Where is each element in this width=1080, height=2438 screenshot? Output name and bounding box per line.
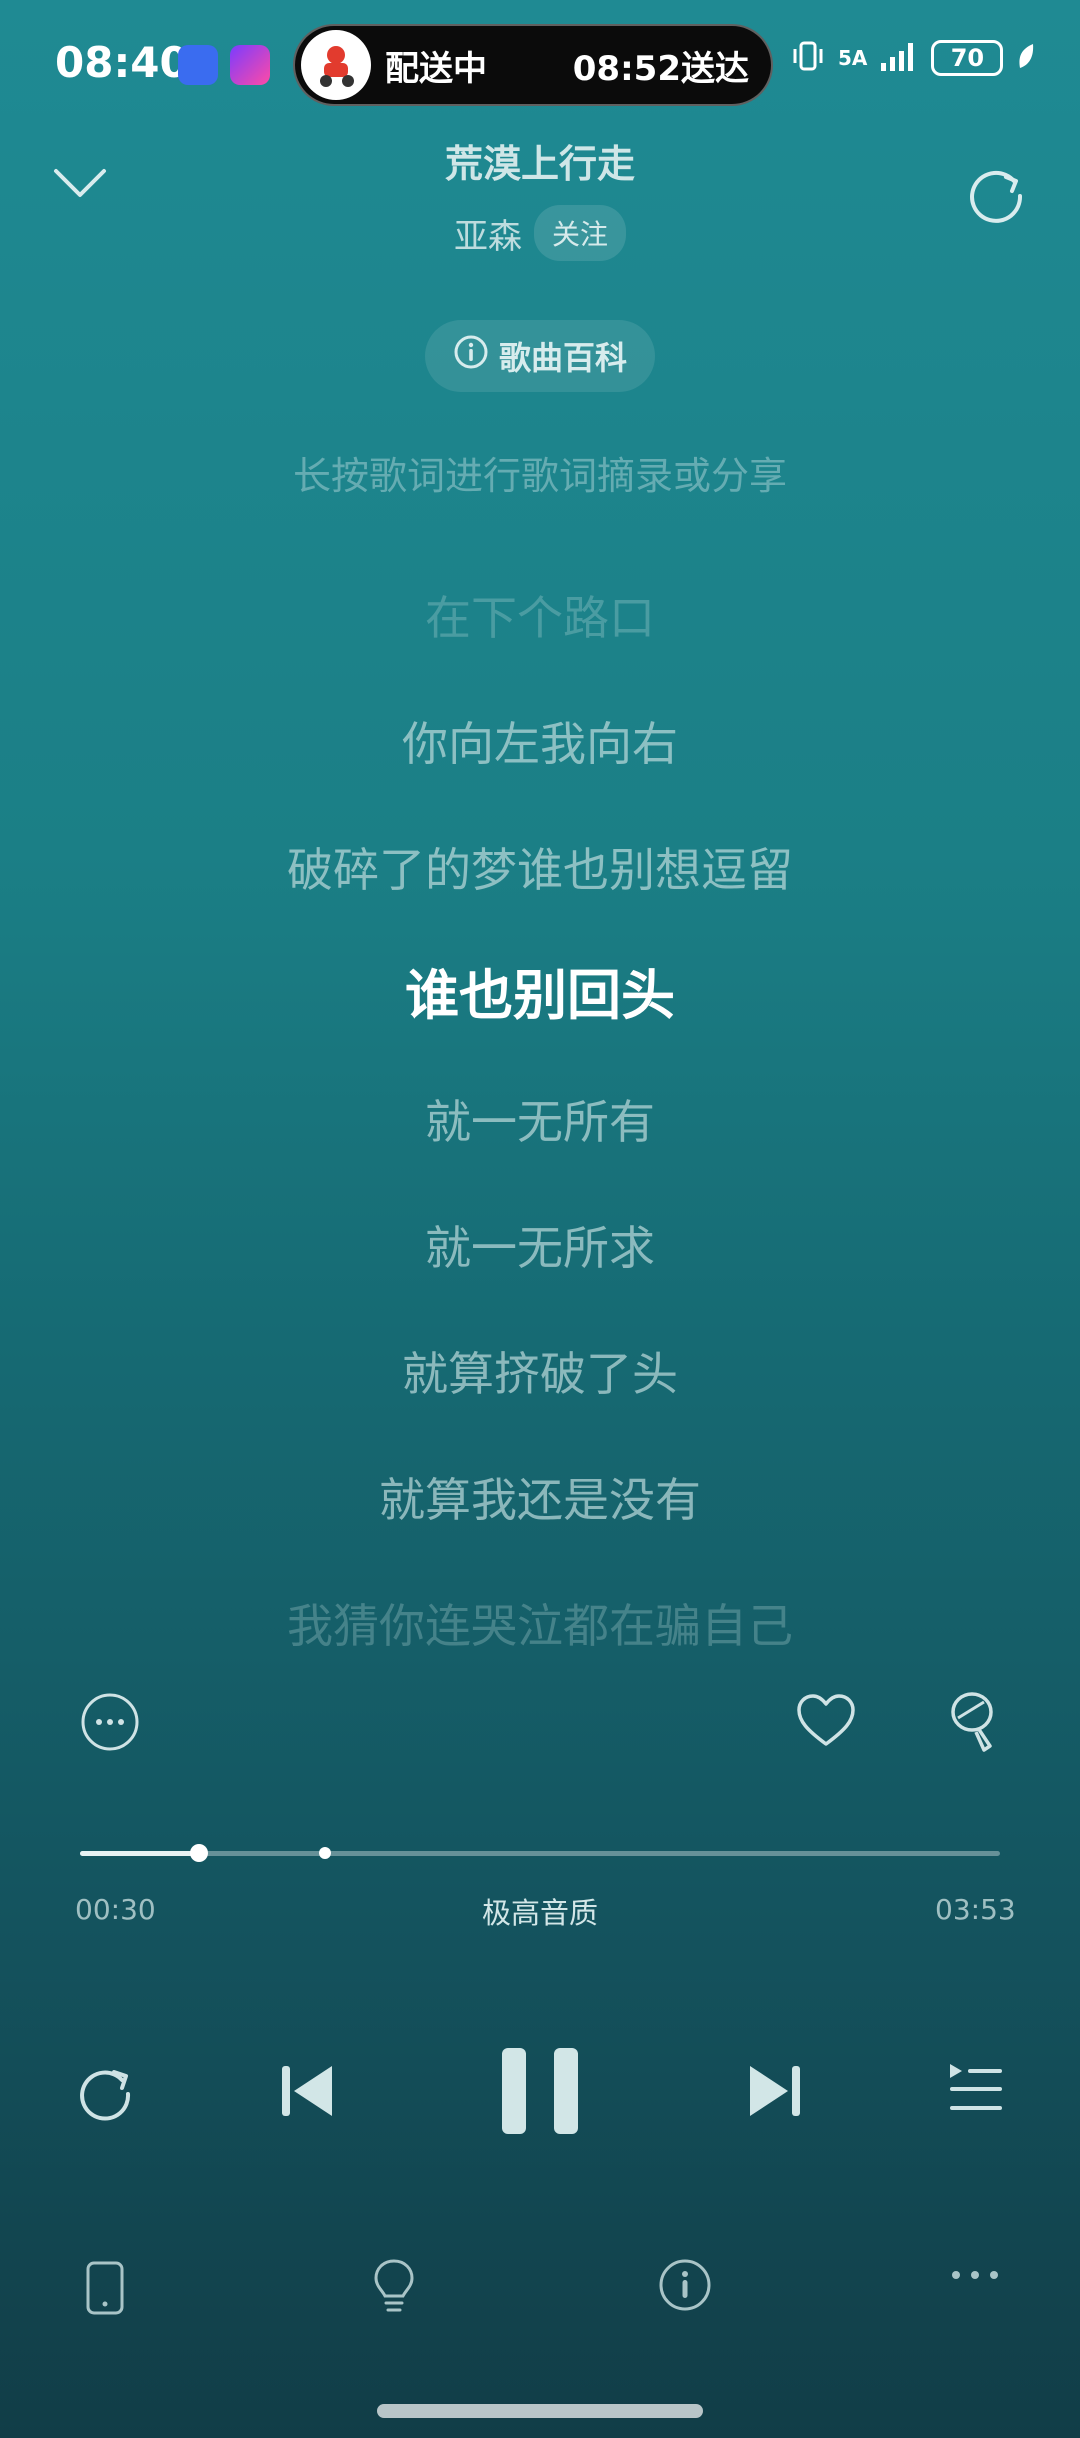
info-icon (453, 334, 489, 378)
vibrate-icon (790, 38, 826, 78)
artist-row: 亚森 关注 (0, 205, 1080, 261)
lyric-line[interactable]: 就算挤破了头 (0, 1311, 1080, 1437)
lyric-line[interactable]: 就一无所求 (0, 1185, 1080, 1311)
status-time: 08:40 (55, 38, 189, 87)
total-duration: 03:53 (935, 1893, 1016, 1926)
battery-level: 70 (950, 44, 985, 72)
lyrics-hint: 长按歌词进行歌词摘录或分享 (292, 454, 787, 498)
lyric-line[interactable]: 我猜你连哭泣都在骗自己 (0, 1563, 1080, 1689)
song-wiki-button[interactable]: 歌曲百科 (425, 320, 655, 392)
follow-button[interactable]: 关注 (533, 205, 626, 261)
delivery-eta: 08:52送达 (572, 48, 749, 89)
progress-thumb[interactable] (189, 1844, 208, 1862)
skip-previous-icon[interactable] (278, 2062, 338, 2120)
buffer-marker (318, 1847, 331, 1859)
message-app-icon (178, 45, 218, 85)
delivery-live-activity[interactable]: 配送中 08:52送达 (293, 24, 773, 106)
playlist-icon[interactable] (946, 2060, 1006, 2118)
progress-track[interactable] (80, 1851, 1000, 1856)
lyric-line[interactable]: 就一无所有 (0, 1059, 1080, 1185)
signal-icon (879, 39, 919, 77)
brush-icon[interactable] (948, 1688, 1002, 1758)
network-type: 5A (838, 46, 868, 70)
home-indicator[interactable] (377, 2404, 703, 2418)
delivery-rider-icon (301, 30, 371, 100)
song-wiki-label: 歌曲百科 (498, 339, 627, 377)
song-title: 荒漠上行走 (444, 142, 635, 186)
lyric-line[interactable]: 就算我还是没有 (0, 1437, 1080, 1563)
lyric-line-current[interactable]: 谁也别回头 (0, 933, 1080, 1059)
repeat-icon[interactable] (72, 2058, 138, 2124)
artist-name[interactable]: 亚森 (454, 209, 522, 258)
audio-quality-button[interactable]: 极高音质 (0, 1890, 1080, 1932)
status-icons: 5A 70 (790, 38, 1037, 78)
more-circle-icon[interactable] (80, 1692, 140, 1752)
lyric-line[interactable]: 破碎了的梦谁也别想逗留 (0, 807, 1080, 933)
lyric-line[interactable]: 你向左我向右 (0, 681, 1080, 807)
leaf-icon (1015, 41, 1037, 75)
pause-icon[interactable] (498, 2046, 582, 2136)
info-icon[interactable] (658, 2258, 712, 2312)
lyrics-list[interactable]: 在下个路口 你向左我向右 破碎了的梦谁也别想逗留 谁也别回头 就一无所有 就一无… (0, 555, 1080, 1689)
delivery-status: 配送中 (385, 48, 487, 89)
progress-fill (80, 1851, 199, 1856)
phone-device-icon[interactable] (85, 2260, 125, 2316)
battery-indicator: 70 (931, 40, 1004, 76)
shopping-app-icon (230, 45, 270, 85)
lyric-line[interactable]: 在下个路口 (0, 555, 1080, 681)
more-horizontal-icon[interactable] (950, 2268, 1000, 2282)
heart-icon[interactable] (795, 1692, 857, 1750)
lightbulb-icon[interactable] (372, 2258, 416, 2316)
skip-next-icon[interactable] (744, 2062, 804, 2120)
